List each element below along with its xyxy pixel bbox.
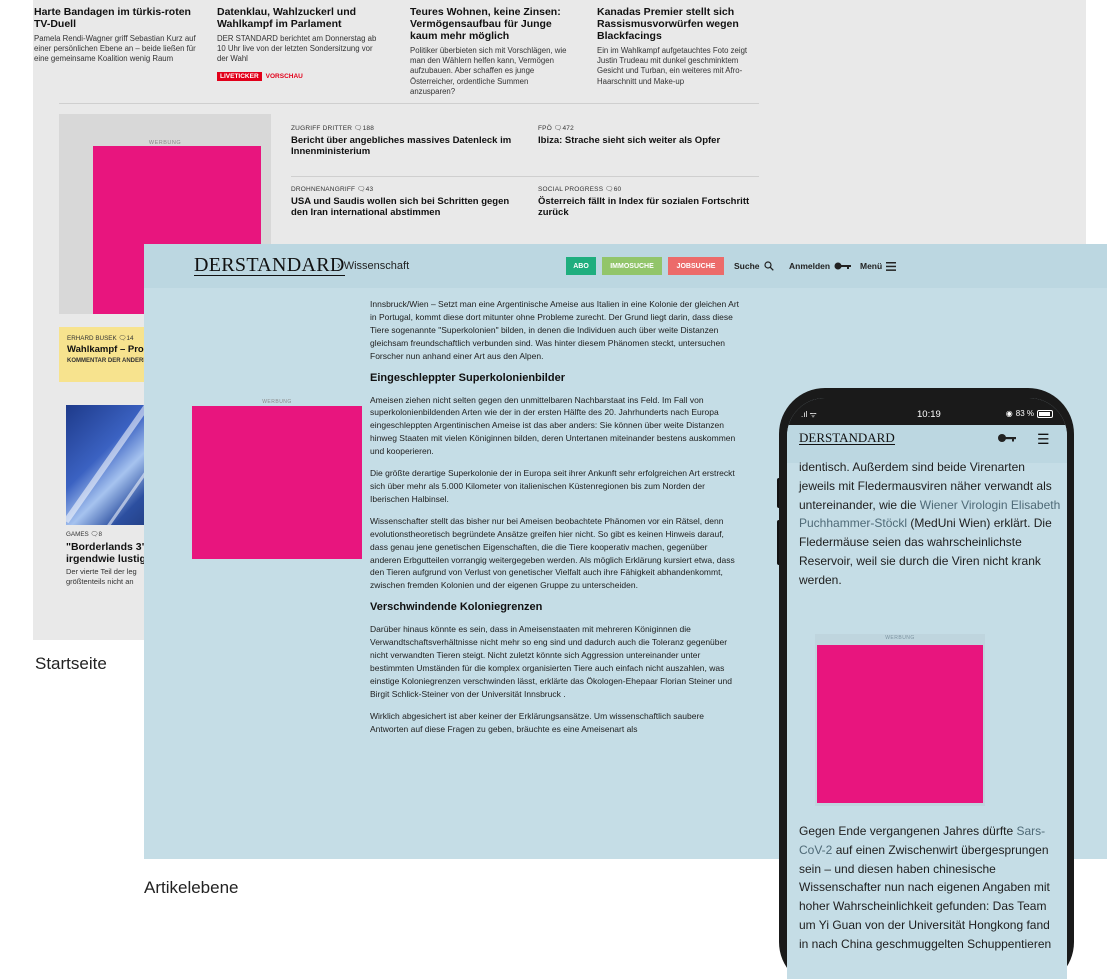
article-title[interactable]: Teures Wohnen, keine Zinsen: Vermögensau…: [410, 6, 575, 42]
hamburger-icon: [886, 261, 897, 271]
key-icon: [834, 262, 852, 270]
article-paragraph: Darüber hinaus könnte es sein, dass in A…: [370, 624, 732, 699]
site-header: DERSTANDARD › Wissenschaft ABO IMMOSUCHE…: [144, 244, 1107, 288]
ad-slot: WERBUNG: [192, 399, 362, 559]
article-title[interactable]: Harte Bandagen im türkis-roten TV-Duell: [34, 6, 199, 30]
mobile-article-text: Gegen Ende vergangenen Jahres dürfte Sar…: [799, 824, 1052, 951]
caption-artikelebene: Artikelebene: [144, 878, 239, 897]
search-label: Suche: [734, 261, 760, 271]
menu-button[interactable]: Menü: [860, 261, 897, 271]
abo-button[interactable]: ABO: [566, 257, 596, 275]
article-paragraph: Wissenschafter stellt das bisher nur bei…: [370, 515, 735, 591]
article-title[interactable]: Kanadas Premier stellt sich Rassismusvor…: [597, 6, 762, 42]
article-title[interactable]: Datenklau, Wahlzuckerl und Wahlkampf im …: [217, 6, 382, 30]
ad-banner[interactable]: [192, 406, 362, 559]
article-paragraph: Wirklich abgesichert ist aber keiner der…: [370, 710, 705, 734]
signal-icon: .ıl ᯤ: [801, 410, 817, 419]
caption-startseite: Startseite: [35, 654, 107, 673]
article-teaser: Ein im Wahlkampf aufgetauchtes Foto zeig…: [597, 46, 748, 86]
top-article-1[interactable]: Harte Bandagen im türkis-roten TV-Duell …: [34, 6, 199, 65]
status-bar: .ıl ᯤ 10:19 ◉ 83 %: [787, 398, 1067, 425]
ad-label: WERBUNG: [262, 399, 292, 405]
article-paragraph: Die größte derartige Superkolonie der in…: [370, 468, 735, 504]
battery-indicator: ◉ 83 %: [1006, 409, 1053, 418]
article-subheading: Eingeschleppter Superkolonienbilder: [370, 371, 565, 384]
battery-level: 83 %: [1015, 409, 1034, 418]
article-kicker: ZUGRIFF DRITTER 🗨188: [291, 125, 375, 132]
comment-icon: 🗨: [354, 125, 363, 132]
hamburger-icon[interactable]: ☰: [1037, 431, 1050, 448]
divider: [59, 103, 759, 104]
vorschau-badge: VORSCHAU: [265, 72, 303, 80]
battery-icon: [1037, 409, 1053, 418]
breadcrumb[interactable]: › Wissenschaft: [337, 260, 409, 272]
ad-label: WERBUNG: [885, 635, 915, 641]
ad-banner[interactable]: [817, 645, 983, 803]
article-kicker: DROHNENANGRIFF 🗨43: [291, 186, 374, 193]
article-teaser: DER STANDARD berichtet am Donnerstag ab …: [217, 34, 377, 64]
mid-article[interactable]: FPÖ 🗨472 Ibiza: Strache sieht sich weite…: [538, 124, 763, 146]
mid-article[interactable]: SOCIAL PROGRESS 🗨60 Österreich fällt in …: [538, 185, 763, 219]
mid-article[interactable]: DROHNENANGRIFF 🗨43 USA und Saudis wollen…: [291, 185, 516, 219]
comment-icon: 🗨: [90, 531, 99, 538]
divider: [291, 176, 759, 177]
article-teaser: Politiker überbieten sich mit Vorschläge…: [410, 46, 567, 96]
article-title[interactable]: Österreich fällt in Index für sozialen F…: [538, 196, 763, 219]
search-button[interactable]: Suche: [734, 261, 774, 271]
article-kicker: FPÖ 🗨472: [538, 125, 574, 132]
login-label: Anmelden: [789, 261, 831, 271]
search-icon: [763, 261, 774, 271]
liveticker-badge: LIVETICKER: [217, 71, 262, 81]
article-title[interactable]: USA und Saudis wollen sich bei Schritten…: [291, 196, 516, 219]
key-icon[interactable]: [997, 433, 1017, 443]
top-article-3[interactable]: Teures Wohnen, keine Zinsen: Vermögensau…: [410, 6, 575, 97]
article-body: Innsbruck/Wien – Setzt man eine Argentin…: [370, 298, 740, 744]
article-paragraph: Ameisen ziehen nicht selten gegen den un…: [370, 394, 736, 457]
phone-screen: .ıl ᯤ 10:19 ◉ 83 % DERSTANDARD ☰ identis…: [787, 398, 1067, 979]
menu-label: Menü: [860, 261, 883, 271]
article-paragraph: Innsbruck/Wien – Setzt man eine Argentin…: [370, 299, 740, 361]
comment-icon: 🗨: [605, 186, 614, 193]
article-title[interactable]: Bericht über angebliches massives Datenl…: [291, 135, 516, 158]
mobile-article-text: identisch. Außerdem sind beide Virenarte…: [799, 460, 1061, 587]
ad-label: WERBUNG: [148, 140, 182, 146]
article-kicker: SOCIAL PROGRESS 🗨60: [538, 186, 622, 193]
top-article-4[interactable]: Kanadas Premier stellt sich Rassismusvor…: [597, 6, 762, 87]
status-time: 10:19: [917, 409, 941, 420]
article-subheading: Verschwindende Koloniegrenzen: [370, 601, 543, 614]
ad-slot: WERBUNG: [815, 634, 985, 806]
article-teaser: Pamela Rendi-Wagner griff Sebastian Kurz…: [34, 34, 196, 64]
login-button[interactable]: Anmelden: [789, 261, 852, 271]
top-article-2[interactable]: Datenklau, Wahlzuckerl und Wahlkampf im …: [217, 6, 382, 83]
jobsuche-button[interactable]: JOBSUCHE: [668, 257, 724, 275]
article-title[interactable]: Ibiza: Strache sieht sich weiter als Opf…: [538, 135, 763, 146]
derstandard-logo[interactable]: DERSTANDARD: [799, 431, 895, 445]
derstandard-logo[interactable]: DERSTANDARD: [194, 255, 345, 276]
comment-icon: 🗨: [357, 186, 366, 193]
immosuche-button[interactable]: IMMOSUCHE: [602, 257, 662, 275]
mid-article[interactable]: ZUGRIFF DRITTER 🗨188 Bericht über angebl…: [291, 124, 516, 158]
